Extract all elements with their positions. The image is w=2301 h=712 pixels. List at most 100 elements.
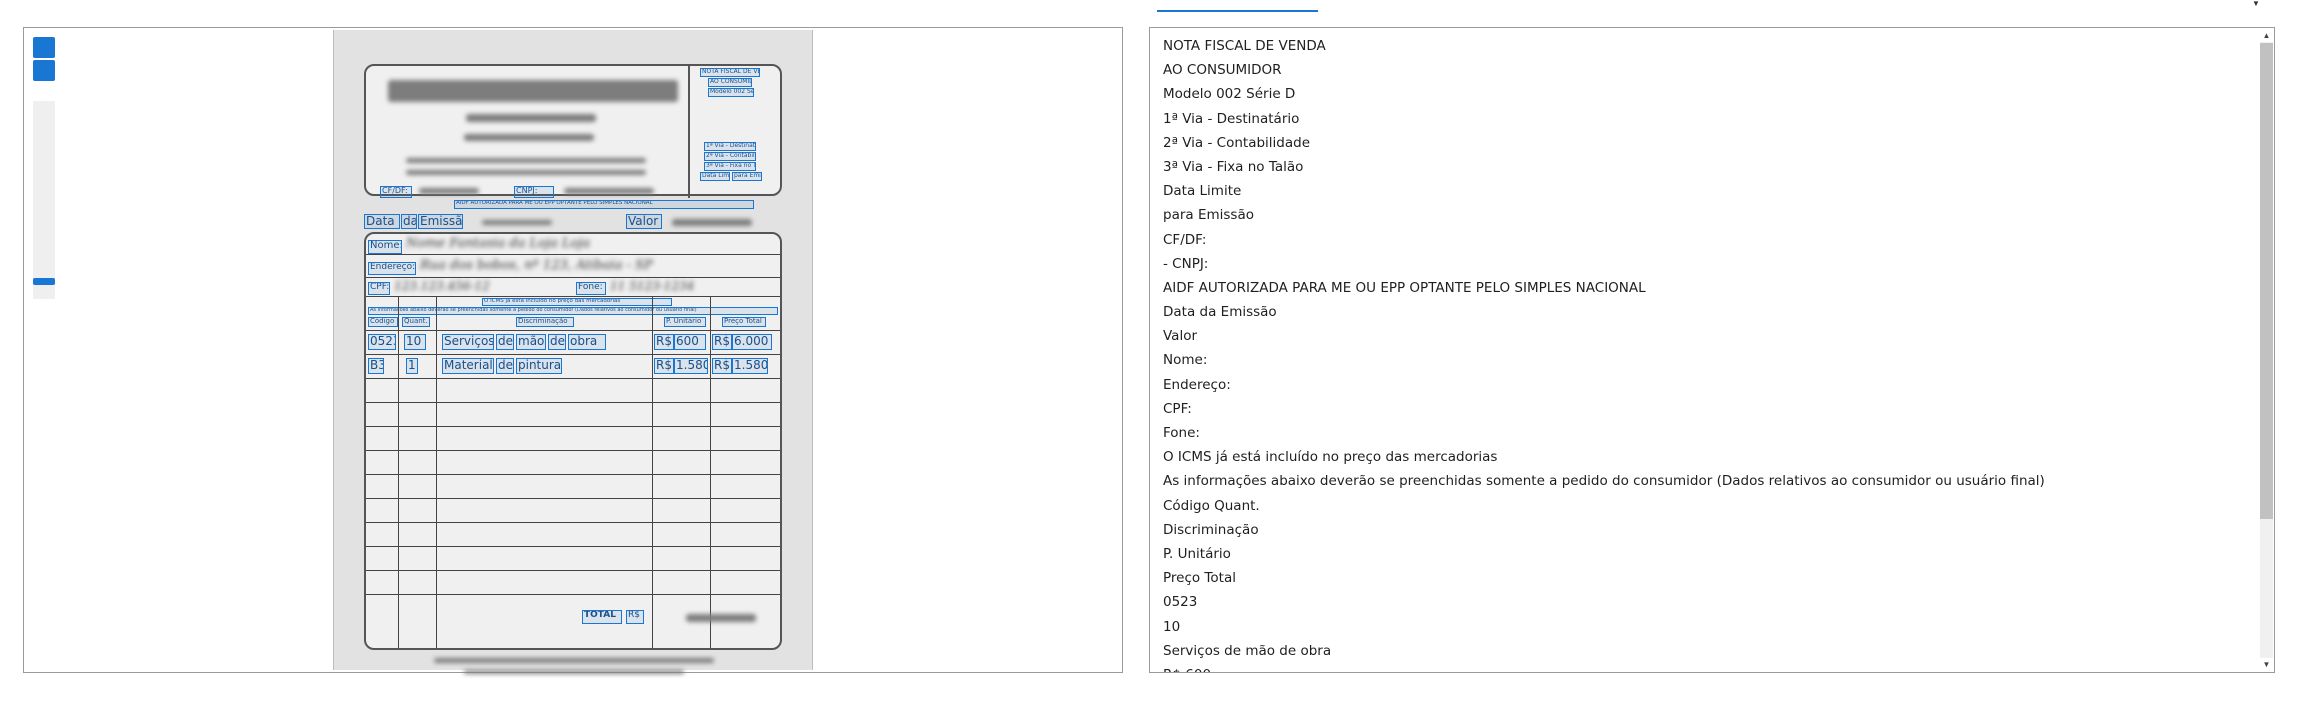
ocr-row1-word: de <box>548 334 566 350</box>
divider <box>366 277 780 278</box>
blurred-cf-value <box>419 188 479 194</box>
extracted-text-line: Preço Total <box>1163 570 1236 587</box>
ocr-aidf-text: AIDF AUTORIZADA PARA ME OU EPP OPTANTE P… <box>454 200 754 209</box>
grid-line <box>366 402 780 403</box>
ocr-col-quant: Quant. <box>402 317 430 327</box>
zoom-out-button[interactable] <box>33 60 55 81</box>
handwritten-cpf: 123.123.456-12 <box>394 279 490 293</box>
grid-line <box>366 450 780 451</box>
ocr-row2-total: 1.580 <box>732 358 768 374</box>
ocr-row1-quant: 10 <box>404 334 426 350</box>
receipt-header-box: NOTA FISCAL DE VENDA AO CONSUMIDOR Model… <box>364 64 782 198</box>
ocr-row1-word: mão <box>516 334 546 350</box>
grid-line <box>366 474 780 475</box>
ocr-header-line-2: AO CONSUMIDOR <box>708 78 752 87</box>
ocr-row2-word: pintura <box>516 358 562 374</box>
ocr-row2-unit: 1.580 <box>674 358 708 374</box>
extracted-text-line: 0523 <box>1163 594 1198 611</box>
ocr-row2-word: de <box>496 358 514 374</box>
extracted-text-line: Endereço: <box>1163 376 1231 393</box>
zoom-slider-thumb[interactable] <box>33 278 55 285</box>
ocr-total-label: TOTAL <box>582 610 622 624</box>
ocr-info-note: As informações abaixo deverão se preench… <box>368 307 778 315</box>
handwritten-fone: 11 5123-1234 <box>610 279 695 293</box>
ocr-header-line-3: Modelo 002 Série D <box>708 88 754 97</box>
zoom-in-button[interactable] <box>33 37 55 58</box>
blurred-company-name <box>388 80 678 102</box>
ocr-total-currency: R$ <box>626 610 644 624</box>
ocr-col-discriminacao: Discriminação <box>516 317 574 327</box>
extracted-text-line: Código Quant. <box>1163 497 1260 514</box>
grid-line <box>710 296 711 648</box>
extracted-text-line: As informações abaixo deverão se preench… <box>1163 473 2045 490</box>
ocr-via-2: 2ª Via - Contabilidade <box>704 152 756 161</box>
scroll-down-icon[interactable]: ▼ <box>2261 659 2272 670</box>
extracted-text-line: Discriminação <box>1163 521 1259 538</box>
extracted-text-line: Modelo 002 Série D <box>1163 86 1296 103</box>
extracted-text-line: O ICMS já está incluído no preço das mer… <box>1163 449 1498 466</box>
extracted-text-line: Nome: <box>1163 352 1208 369</box>
ocr-via-1: 1ª Via - Destinatário <box>704 142 756 151</box>
zoom-slider[interactable] <box>33 101 55 299</box>
extracted-text-line: AO CONSUMIDOR <box>1163 62 1282 79</box>
ocr-via-3: 3ª Via - Fixa no Talão <box>704 162 756 171</box>
ocr-row2-quant: 1 <box>406 358 418 374</box>
extracted-text-panel[interactable]: NOTA FISCAL DE VENDA AO CONSUMIDOR Modelo … <box>1149 27 2275 673</box>
ocr-row1-word: de <box>496 334 514 350</box>
ocr-fone-label: Fone: <box>576 282 606 295</box>
grid-line <box>366 570 780 571</box>
grid-line <box>366 426 780 427</box>
blurred-valor-value <box>672 219 752 226</box>
ocr-col-codigo: Código <box>368 317 398 327</box>
handwritten-address: Rua dos bobos, nº 123, Atibaia - SP <box>420 258 653 273</box>
chevron-down-icon[interactable]: ▼ <box>2252 0 2262 8</box>
ocr-para-emissao: para Emissão <box>732 172 762 181</box>
ocr-valor-label: Valor <box>626 214 662 229</box>
grid-line <box>366 498 780 499</box>
grid-line <box>366 330 780 331</box>
extracted-text-line: P. Unitário <box>1163 545 1231 562</box>
ocr-row1-word: obra <box>568 334 606 350</box>
extracted-text-line: Fone: <box>1163 425 1200 441</box>
grid-line <box>366 378 780 379</box>
divider <box>366 254 780 255</box>
blurred-razao-social <box>466 114 596 122</box>
extracted-text-line: R$ 600 <box>1163 663 2045 672</box>
grid-line <box>366 354 780 355</box>
grid-line <box>366 522 780 523</box>
ocr-header-line-1: NOTA FISCAL DE VENDA <box>700 68 760 77</box>
ocr-row1-unit: 600 <box>674 334 706 350</box>
grid-line <box>436 296 437 648</box>
extracted-text-line: Data da Emissão <box>1163 304 1277 321</box>
ocr-cpf-label: CPF: <box>368 282 390 295</box>
receipt: NOTA FISCAL DE VENDA AO CONSUMIDOR Model… <box>364 64 782 674</box>
blurred-footer-2 <box>464 670 684 674</box>
handwritten-name: Nome Fantasia da Loja Loja <box>406 236 591 251</box>
extracted-text-line: - CNPJ: <box>1163 255 1209 272</box>
ocr-col-total: Preço Total <box>722 317 766 327</box>
divider <box>366 296 780 297</box>
blurred-phone <box>464 134 594 141</box>
blurred-total-value <box>686 614 756 622</box>
extracted-text-line: 3ª Via - Fixa no Talão <box>1163 158 1304 175</box>
extracted-text-line: Valor <box>1163 328 1198 345</box>
ocr-row1-currency: R$ <box>712 334 732 350</box>
ocr-data-limite: Data Limite <box>700 172 730 181</box>
extracted-text-line: Serviços de mão de obra <box>1163 642 1332 659</box>
grid-line <box>652 296 653 648</box>
ocr-row1-codigo: 0523 <box>368 334 396 350</box>
blurred-cnpj-value <box>564 188 654 194</box>
ocr-row1-word: Serviços <box>442 334 494 350</box>
active-tab-indicator[interactable] <box>1157 10 1318 12</box>
ocr-nome-label: Nome: <box>368 240 402 254</box>
grid-line <box>366 546 780 547</box>
ocr-row1-currency: R$ <box>654 334 674 350</box>
extracted-text-line: para Emissão <box>1163 207 1254 224</box>
extracted-text-line: CF/DF: <box>1163 231 1207 248</box>
scroll-up-icon[interactable]: ▲ <box>2261 30 2272 41</box>
document-viewer: NOTA FISCAL DE VENDA AO CONSUMIDOR Model… <box>23 27 1123 674</box>
scrollbar-thumb[interactable] <box>2260 43 2273 519</box>
ocr-cnpj-label: CNPJ: <box>514 186 554 198</box>
ocr-row2-word: Material <box>442 358 494 374</box>
blurred-emissao-date <box>482 220 552 225</box>
